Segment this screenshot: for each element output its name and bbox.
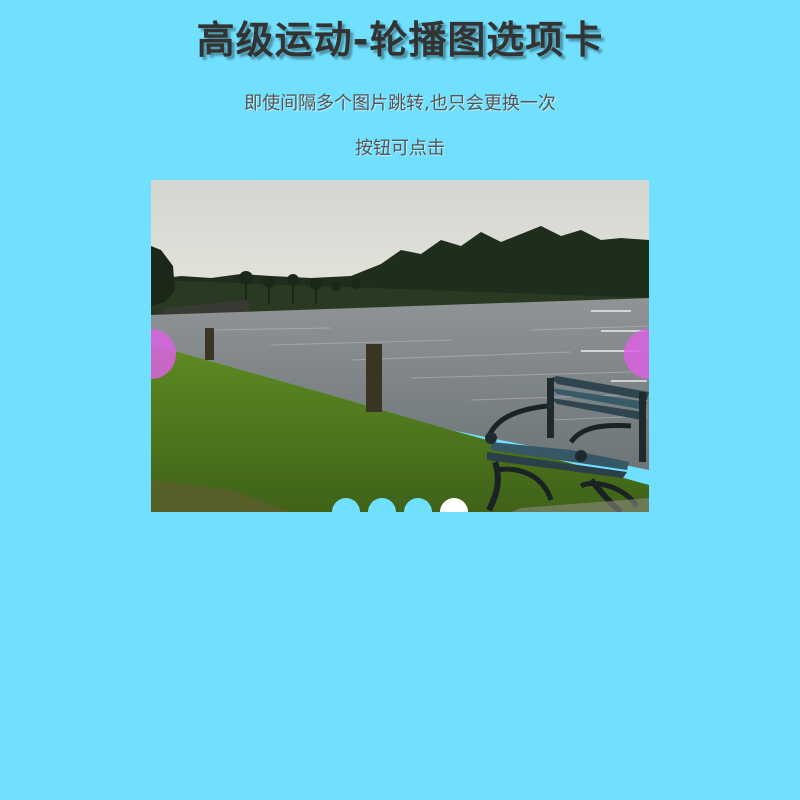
carousel-dot-1[interactable] bbox=[332, 498, 360, 512]
page-title: 高级运动-轮播图选项卡 bbox=[196, 18, 604, 62]
page-hint: 按钮可点击 bbox=[355, 138, 445, 159]
carousel-slide-image bbox=[151, 180, 649, 512]
carousel-dot-2[interactable] bbox=[368, 498, 396, 512]
carousel-pagination bbox=[151, 498, 649, 512]
carousel-dot-3[interactable] bbox=[404, 498, 432, 512]
carousel bbox=[151, 180, 649, 512]
page: 高级运动-轮播图选项卡 即使间隔多个图片跳转,也只会更换一次 按钮可点击 bbox=[0, 0, 800, 800]
page-subtitle: 即使间隔多个图片跳转,也只会更换一次 bbox=[244, 93, 556, 114]
carousel-dot-4[interactable] bbox=[440, 498, 468, 512]
